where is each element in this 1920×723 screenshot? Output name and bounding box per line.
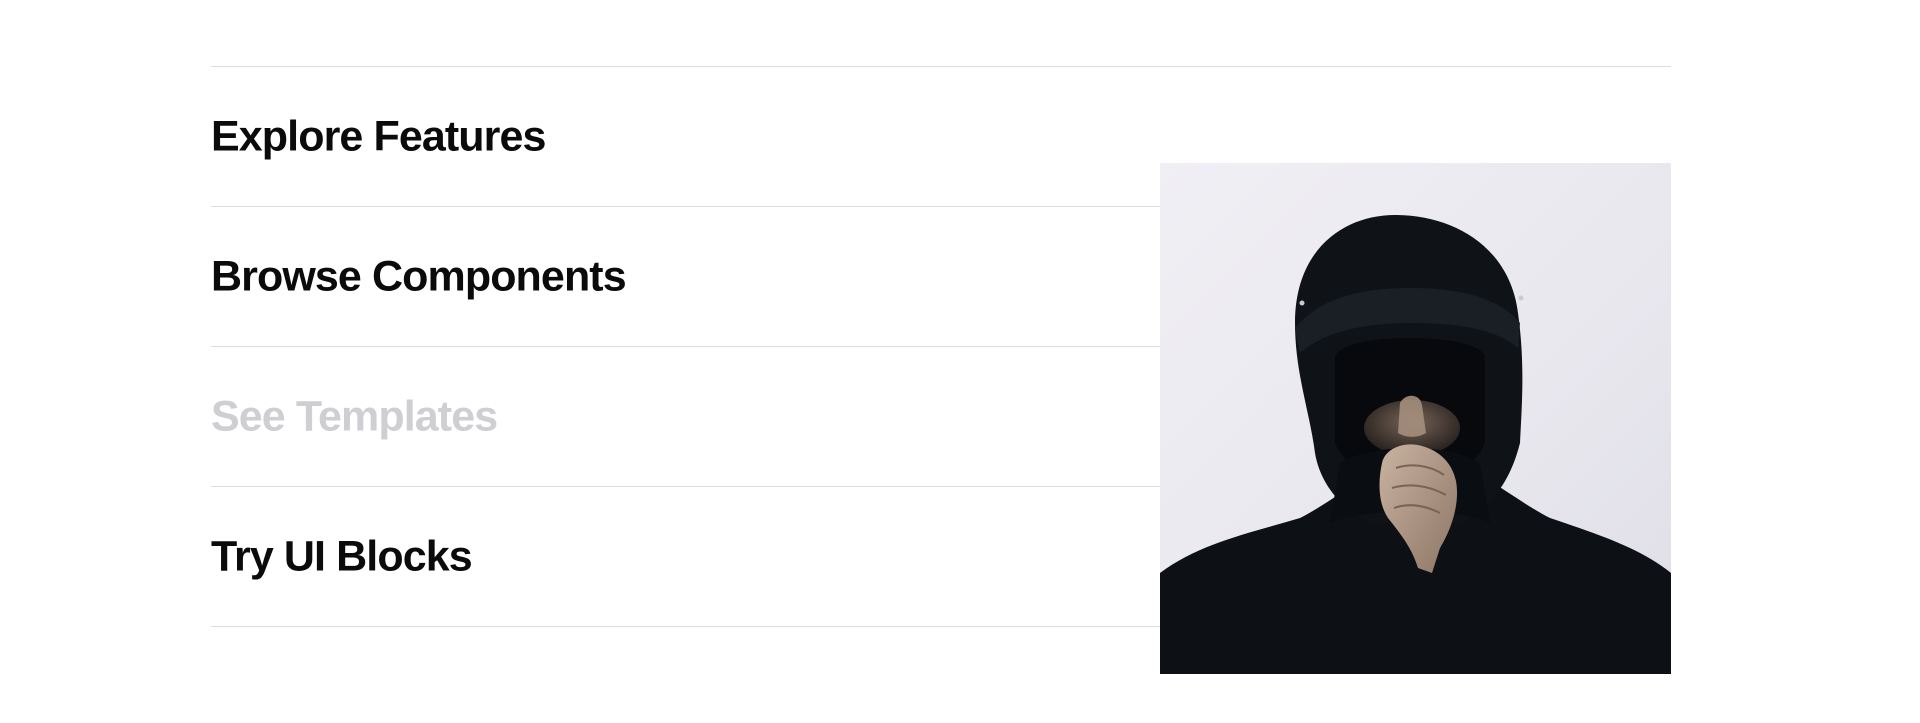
page: Explore Features Browse Components See T… (0, 0, 1920, 723)
menu-item-label: Browse Components (211, 252, 627, 300)
menu-item-label: Explore Features (211, 112, 546, 160)
preview-image (1160, 163, 1671, 674)
menu-item-label: Try UI Blocks (211, 532, 473, 580)
menu-item-label: See Templates (211, 392, 498, 440)
hooded-person-photo (1160, 163, 1671, 674)
